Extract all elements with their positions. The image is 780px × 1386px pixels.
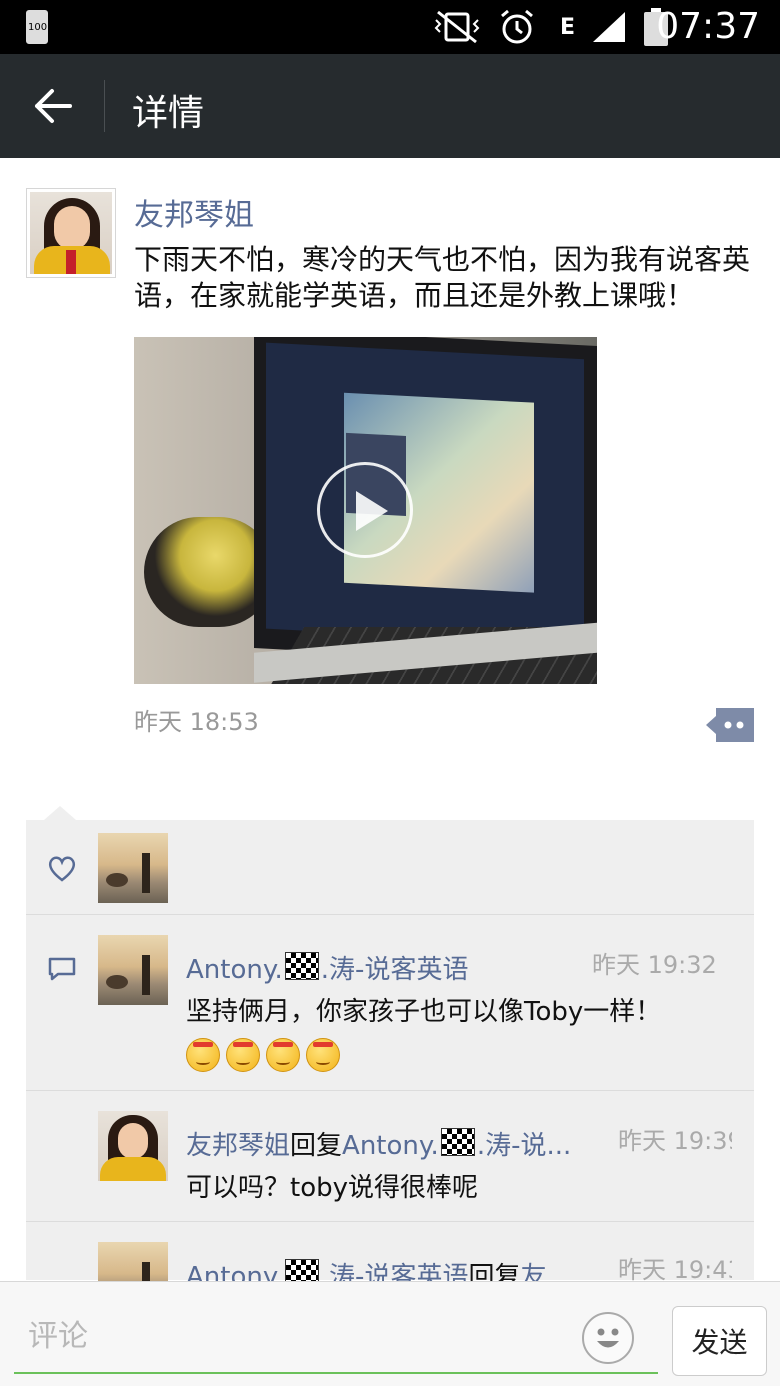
reply-header[interactable]: 友邦琴姐回复Antony. .涛-说... (186, 1125, 586, 1162)
comment-text: 坚持俩月，你家孩子也可以像Toby一样！ (186, 989, 706, 1081)
comment-input-wrap (14, 1302, 658, 1374)
comment-row[interactable]: 友邦琴姐回复Antony. .涛-说... 昨天 19:39 可以吗？toby说得… (26, 1091, 754, 1222)
status-icons: E (432, 8, 669, 46)
checkered-flag-icon (284, 952, 319, 980)
commenter-name[interactable]: Antony. .涛-说客英语 (186, 949, 586, 986)
network-type: E (560, 14, 576, 40)
comment-time: 昨天 19:32 (592, 951, 717, 979)
author-avatar[interactable] (26, 188, 116, 278)
comment-input[interactable] (28, 1314, 568, 1358)
back-arrow-icon (35, 89, 72, 123)
avatar-woman-image (30, 192, 112, 274)
clock: 07:37 (656, 6, 760, 47)
commenter-avatar[interactable] (98, 1111, 168, 1181)
author-name[interactable]: 友邦琴姐 (134, 190, 254, 234)
title-divider (104, 80, 105, 132)
comment-input-bar: 发送 (0, 1281, 780, 1386)
angry-emoji-icon (306, 1038, 340, 1072)
app-bar: 详情 (0, 54, 780, 158)
video-thumbnail[interactable] (134, 337, 597, 684)
comment-action-icon[interactable] (706, 708, 754, 742)
status-bar: 100 E 07:37 (0, 0, 780, 54)
angry-emoji-icon (266, 1038, 300, 1072)
angry-emoji-icon (226, 1038, 260, 1072)
comment-time: 昨天 19:39 (618, 1127, 732, 1155)
emoji-picker-icon[interactable] (582, 1312, 634, 1364)
likes-comments-panel: Antony. .涛-说客英语 昨天 19:32 坚持俩月，你家孩子也可以像Tob… (26, 820, 754, 1312)
battery-level: 100 (28, 22, 48, 33)
liker-avatar[interactable] (98, 833, 168, 903)
post-timestamp: 昨天 18:53 (134, 708, 259, 736)
play-icon[interactable] (317, 462, 413, 558)
likes-row (26, 820, 754, 915)
alarm-icon (501, 9, 533, 44)
feed-notch (44, 806, 76, 820)
comment-icon (48, 957, 76, 981)
comment-text: 可以吗？toby说得很棒呢 (186, 1173, 478, 1203)
heart-icon (48, 856, 76, 882)
signal-icon (593, 12, 626, 42)
back-button[interactable] (24, 78, 80, 134)
comment-time: 昨天 19:43 (618, 1256, 732, 1284)
angry-emoji-icon (186, 1038, 220, 1072)
laptop-screen (254, 337, 597, 666)
send-button[interactable]: 发送 (672, 1306, 767, 1376)
comment-row[interactable]: Antony. .涛-说客英语 昨天 19:32 坚持俩月，你家孩子也可以像Tob… (26, 915, 754, 1091)
battery-icon: 100 (26, 10, 48, 44)
commenter-avatar[interactable] (98, 935, 168, 1005)
page-title: 详情 (132, 93, 205, 134)
post-text: 下雨天不怕，寒冷的天气也不怕，因为我有说客英语，在家就能学英语，而且还是外教上课… (134, 243, 751, 312)
vibrate-mute-icon (434, 10, 480, 44)
checkered-flag-icon (440, 1128, 475, 1156)
